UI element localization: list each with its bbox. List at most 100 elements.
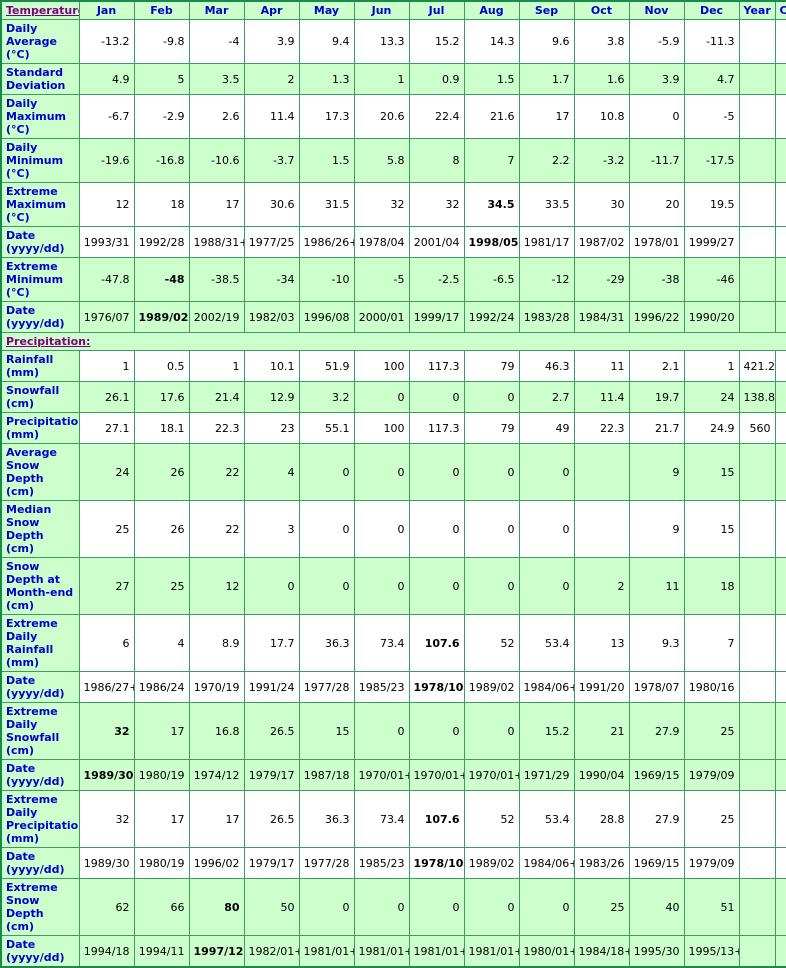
row-label: Median Snow Depth (cm) — [0, 500, 80, 558]
cell-mar: 80 — [188, 878, 245, 936]
row-label: Extreme Snow Depth (cm) — [0, 878, 80, 936]
cell-apr: 1982/01+ — [243, 935, 300, 968]
cell-may: 9.4 — [298, 19, 355, 64]
cell-mar: 17 — [188, 182, 245, 227]
cell-dec: 15 — [683, 500, 740, 558]
cell-code: A — [774, 63, 786, 95]
cell-feb: 5 — [133, 63, 190, 95]
cell-feb: 1980/19 — [133, 847, 190, 879]
section-header-row: Precipitation: — [0, 332, 786, 351]
cell-jan: 1993/31 — [78, 226, 135, 258]
cell-code — [774, 702, 786, 760]
cell-jul: 1978/10 — [408, 847, 465, 879]
cell-dec: 1995/13+ — [683, 935, 740, 968]
cell-aug: 1970/01+ — [463, 759, 520, 791]
header-month-nov: Nov — [628, 0, 685, 20]
cell-may: 36.3 — [298, 614, 355, 672]
row-label: Date (yyyy/dd) — [0, 671, 80, 703]
cell-oct: 25 — [573, 878, 630, 936]
cell-nov: 9.3 — [628, 614, 685, 672]
cell-aug: 0 — [463, 878, 520, 936]
cell-feb: -2.9 — [133, 94, 190, 139]
table-header: Temperature: Jan Feb Mar Apr May Jun Jul… — [0, 0, 786, 20]
cell-mar: 21.4 — [188, 381, 245, 413]
cell-jun: 73.4 — [353, 790, 410, 848]
cell-sep: 46.3 — [518, 350, 575, 382]
cell-nov: 1978/07 — [628, 671, 685, 703]
table-row: Daily Minimum (°C) -19.6 -16.8 -10.6 -3.7 1.5… — [0, 138, 786, 183]
cell-mar: 1974/12 — [188, 759, 245, 791]
cell-nov: 20 — [628, 182, 685, 227]
cell-jan: 6 — [78, 614, 135, 672]
cell-feb: 18.1 — [133, 412, 190, 444]
cell-dec: 51 — [683, 878, 740, 936]
cell-aug: 14.3 — [463, 19, 520, 64]
cell-aug: 21.6 — [463, 94, 520, 139]
header-row: Temperature: Jan Feb Mar Apr May Jun Jul… — [0, 0, 786, 20]
cell-apr: 26.5 — [243, 790, 300, 848]
table-row: Daily Average (°C) -13.2 -9.8 -4 3.9 9.4 13.3 1… — [0, 19, 786, 64]
cell-code: A — [774, 412, 786, 444]
table-row: Standard Deviation 4.9 5 3.5 2 1.3 1 0.9 1.5 1.7 1… — [0, 63, 786, 95]
cell-sep: 9.6 — [518, 19, 575, 64]
cell-jul: -2.5 — [408, 257, 465, 302]
cell-nov: -38 — [628, 257, 685, 302]
cell-jan: 27 — [78, 557, 135, 615]
cell-code — [774, 614, 786, 672]
cell-sep: 15.2 — [518, 702, 575, 760]
cell-nov: 19.7 — [628, 381, 685, 413]
header-year: Year — [738, 0, 776, 20]
cell-aug: 7 — [463, 138, 520, 183]
cell-dec: -5 — [683, 94, 740, 139]
cell-oct: -29 — [573, 257, 630, 302]
cell-aug: 0 — [463, 702, 520, 760]
cell-year — [738, 702, 776, 760]
cell-feb: 17 — [133, 790, 190, 848]
cell-year — [738, 182, 776, 227]
cell-apr: 1979/17 — [243, 759, 300, 791]
cell-jan: 32 — [78, 702, 135, 760]
cell-jul: 0 — [408, 878, 465, 936]
cell-feb: 25 — [133, 557, 190, 615]
cell-nov: 27.9 — [628, 702, 685, 760]
cell-apr: 12.9 — [243, 381, 300, 413]
cell-year — [738, 614, 776, 672]
cell-feb: -48 — [133, 257, 190, 302]
row-label: Extreme Daily Snowfall (cm) — [0, 702, 80, 760]
cell-nov: 1969/15 — [628, 759, 685, 791]
cell-aug: 1981/01+ — [463, 935, 520, 968]
cell-dec: 18 — [683, 557, 740, 615]
cell-mar: 22.3 — [188, 412, 245, 444]
cell-apr: 23 — [243, 412, 300, 444]
cell-apr: 2 — [243, 63, 300, 95]
cell-sep: 1981/17 — [518, 226, 575, 258]
cell-dec: 1 — [683, 350, 740, 382]
cell-code — [774, 759, 786, 791]
cell-code: C — [774, 500, 786, 558]
header-month-sep: Sep — [518, 0, 575, 20]
cell-jan: 25 — [78, 500, 135, 558]
cell-may: 0 — [298, 557, 355, 615]
row-label: Standard Deviation — [0, 63, 80, 95]
cell-sep: 1971/29 — [518, 759, 575, 791]
cell-sep: 0 — [518, 878, 575, 936]
cell-code — [774, 847, 786, 879]
cell-year: 138.8 — [738, 381, 776, 413]
cell-jan: 1989/30 — [78, 759, 135, 791]
cell-oct: 11.4 — [573, 381, 630, 413]
cell-jul: 32 — [408, 182, 465, 227]
cell-code: A — [774, 350, 786, 382]
cell-apr: 30.6 — [243, 182, 300, 227]
cell-year: 560 — [738, 412, 776, 444]
row-label: Daily Average (°C) — [0, 19, 80, 64]
cell-may: 31.5 — [298, 182, 355, 227]
cell-sep: 0 — [518, 443, 575, 501]
cell-oct: 3.8 — [573, 19, 630, 64]
cell-dec: 1979/09 — [683, 759, 740, 791]
cell-code: A — [774, 94, 786, 139]
cell-jan: -19.6 — [78, 138, 135, 183]
row-label: Rainfall (mm) — [0, 350, 80, 382]
cell-oct: 13 — [573, 614, 630, 672]
cell-oct: 28.8 — [573, 790, 630, 848]
cell-year — [738, 19, 776, 64]
